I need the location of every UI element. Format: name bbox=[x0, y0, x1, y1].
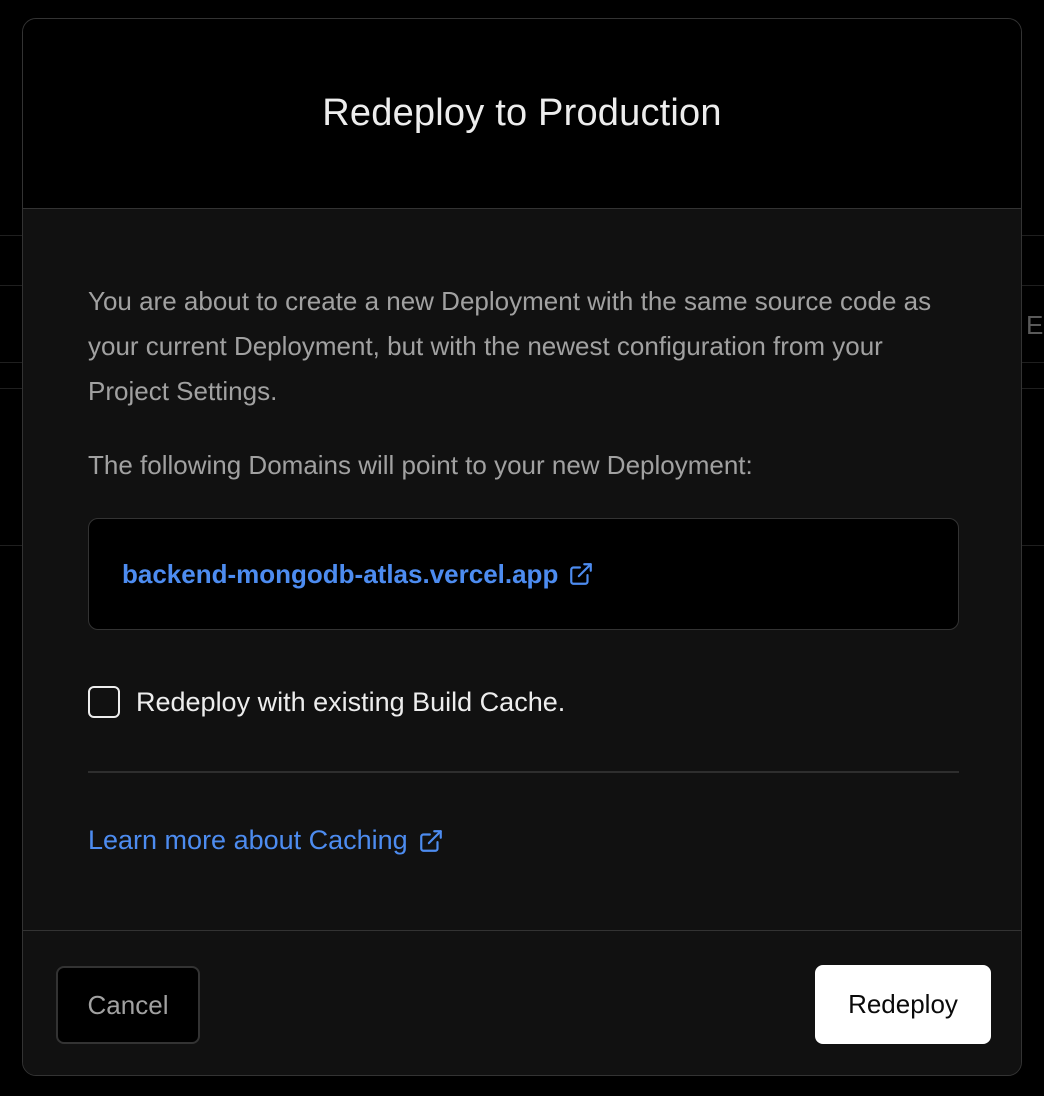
domain-link-text: backend-mongodb-atlas.vercel.app bbox=[122, 558, 559, 589]
section-divider bbox=[88, 771, 959, 773]
external-link-icon bbox=[570, 563, 593, 585]
learn-more-caching-text: Learn more about Caching bbox=[88, 825, 408, 855]
modal-title: Redeploy to Production bbox=[322, 92, 722, 134]
modal-footer: Cancel Redeploy bbox=[23, 930, 1021, 1075]
domain-link[interactable]: backend-mongodb-atlas.vercel.app bbox=[122, 559, 594, 590]
redeploy-description: You are about to create a new Deployment… bbox=[88, 286, 932, 406]
cancel-button[interactable]: Cancel bbox=[56, 966, 200, 1044]
learn-more-caching-link[interactable]: Learn more about Caching bbox=[88, 825, 444, 856]
background-partial-text: E bbox=[1026, 310, 1044, 340]
build-cache-option[interactable]: Redeploy with existing Build Cache. bbox=[88, 686, 565, 718]
redeploy-button[interactable]: Redeploy bbox=[815, 965, 991, 1044]
build-cache-label: Redeploy with existing Build Cache. bbox=[136, 686, 566, 717]
build-cache-checkbox[interactable] bbox=[88, 686, 120, 718]
external-link-icon bbox=[419, 829, 442, 852]
domains-label: The following Domains will point to your… bbox=[88, 450, 753, 480]
domains-list: backend-mongodb-atlas.vercel.app bbox=[88, 518, 959, 630]
redeploy-modal: Redeploy to Production You are about to … bbox=[22, 18, 1022, 1076]
modal-header: Redeploy to Production bbox=[23, 19, 1021, 209]
